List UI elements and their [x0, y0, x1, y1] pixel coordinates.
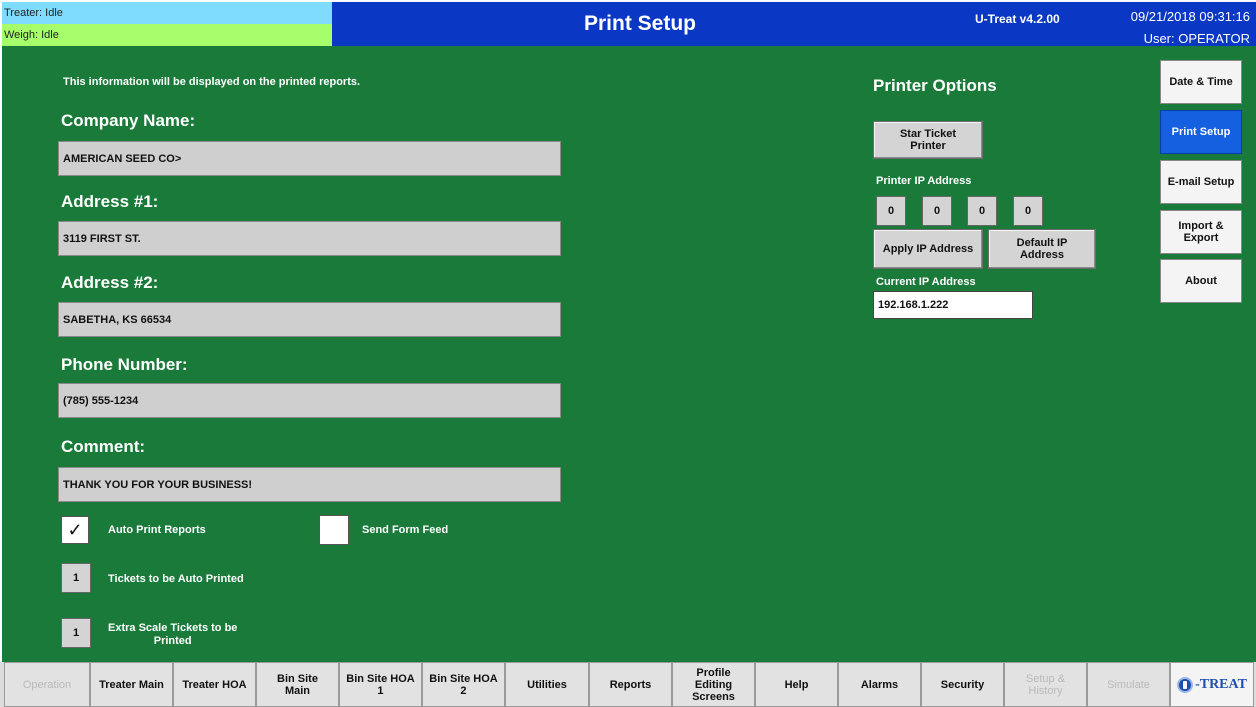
current-ip-label: Current IP Address	[876, 276, 976, 288]
nav-treater-main[interactable]: Treater Main	[90, 662, 173, 707]
nav-help[interactable]: Help	[755, 662, 838, 707]
company-name-field[interactable]: AMERICAN SEED CO>	[58, 141, 561, 176]
ip-octet-4-input[interactable]: 0	[1013, 196, 1043, 226]
sidebar-item-import-export[interactable]: Import & Export	[1160, 210, 1242, 254]
nav-bin-site-hoa-2-label: Bin Site HOA 2	[429, 672, 498, 697]
auto-print-label: Auto Print Reports	[108, 524, 206, 536]
nav-profile-editing-screens[interactable]: Profile Editing Screens	[672, 662, 755, 707]
nav-reports[interactable]: Reports	[589, 662, 672, 707]
address2-field[interactable]: SABETHA, KS 66534	[58, 302, 561, 337]
extra-tickets-label-line1: Extra Scale Tickets to be	[108, 622, 238, 634]
nav-operation[interactable]: Operation	[4, 662, 90, 707]
ip-octet-2-input[interactable]: 0	[922, 196, 952, 226]
sidebar-item-email-setup[interactable]: E-mail Setup	[1160, 160, 1242, 204]
ip-octet-1-input[interactable]: 0	[876, 196, 906, 226]
nav-simulate[interactable]: Simulate	[1087, 662, 1170, 707]
page-title: Print Setup	[583, 12, 696, 35]
star-ticket-printer-button[interactable]: Star Ticket Printer	[873, 121, 983, 159]
auto-print-checkbox[interactable]: ✓	[61, 516, 89, 544]
phone-number-label: Phone Number:	[61, 355, 188, 374]
nav-bin-site-hoa-2[interactable]: Bin Site HOA 2	[422, 662, 505, 707]
phone-number-field[interactable]: (785) 555-1234	[58, 383, 561, 418]
default-ip-address-label: Default IP Address	[1016, 237, 1068, 261]
header-user: User: OPERATOR	[1143, 31, 1250, 46]
nav-profile-editing-label: Profile Editing Screens	[692, 666, 735, 703]
tickets-label: Tickets to be Auto Printed	[108, 573, 244, 585]
nav-bin-site-hoa-1-label: Bin Site HOA 1	[346, 672, 415, 697]
printer-options-title: Printer Options	[873, 76, 997, 95]
nav-treater-hoa[interactable]: Treater HOA	[173, 662, 256, 707]
u-treat-logo: -TREAT	[1170, 662, 1254, 707]
nav-setup-history[interactable]: Setup & History	[1004, 662, 1087, 707]
u-treat-logo-text: -TREAT	[1195, 676, 1247, 692]
send-form-feed-label: Send Form Feed	[362, 524, 449, 536]
nav-bin-site-main[interactable]: Bin Site Main	[256, 662, 339, 707]
nav-bin-site-main-label: Bin Site Main	[277, 672, 318, 697]
sidebar-item-print-setup[interactable]: Print Setup	[1160, 110, 1242, 154]
current-ip-field: 192.168.1.222	[873, 291, 1033, 319]
treater-status: Treater: Idle	[2, 2, 332, 24]
print-setup-screen: Treater: Idle Weigh: Idle Print Setup U-…	[0, 0, 1256, 707]
sidebar-item-about[interactable]: About	[1160, 259, 1242, 303]
comment-field[interactable]: THANK YOU FOR YOUR BUSINESS!	[58, 467, 561, 502]
nav-setup-history-label: Setup & History	[1025, 672, 1066, 697]
header-datetime: 09/21/2018 09:31:16	[1130, 9, 1250, 24]
app-version: U-Treat v4.2.00	[975, 12, 1060, 26]
address1-label: Address #1:	[61, 192, 159, 211]
info-text: This information will be displayed on th…	[63, 76, 361, 88]
comment-label: Comment:	[61, 437, 146, 456]
apply-ip-address-button[interactable]: Apply IP Address	[873, 229, 983, 269]
sidebar-item-date-time[interactable]: Date & Time	[1160, 60, 1242, 104]
company-name-label: Company Name:	[61, 111, 196, 130]
import-export-label: Import & Export	[1178, 220, 1224, 244]
printer-ip-label: Printer IP Address	[876, 175, 972, 187]
address1-field[interactable]: 3119 FIRST ST.	[58, 221, 561, 256]
star-ticket-printer-label: Star Ticket Printer	[899, 128, 957, 152]
nav-alarms[interactable]: Alarms	[838, 662, 921, 707]
check-icon: ✓	[67, 519, 83, 540]
extra-tickets-label: Extra Scale Tickets to be Printed	[108, 622, 237, 648]
extra-tickets-count-input[interactable]: 1	[61, 618, 91, 648]
weigh-status: Weigh: Idle	[2, 24, 332, 46]
send-form-feed-checkbox[interactable]	[319, 515, 349, 545]
tickets-count-input[interactable]: 1	[61, 563, 91, 593]
extra-tickets-label-line2: Printed	[153, 635, 192, 647]
nav-security[interactable]: Security	[921, 662, 1004, 707]
nav-utilities[interactable]: Utilities	[505, 662, 589, 707]
u-treat-logo-icon	[1177, 676, 1194, 693]
ip-octet-3-input[interactable]: 0	[967, 196, 997, 226]
default-ip-address-button[interactable]: Default IP Address	[988, 229, 1096, 269]
nav-bin-site-hoa-1[interactable]: Bin Site HOA 1	[339, 662, 422, 707]
address2-label: Address #2:	[61, 273, 159, 292]
main-panel	[2, 46, 1256, 662]
